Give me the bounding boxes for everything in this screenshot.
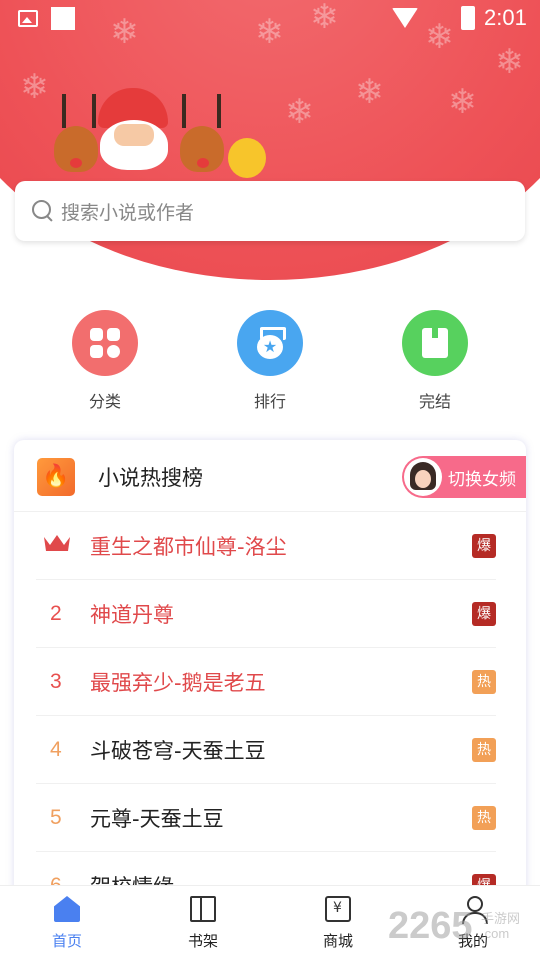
tab-label: 商城 <box>322 932 353 950</box>
watermark-text: 手游网 .com <box>481 911 520 941</box>
tab-label: 书架 <box>187 932 218 950</box>
hot-list-item[interactable]: 3 最强弃少-鹅是老五 热 <box>36 648 496 716</box>
reindeer-nose <box>197 158 209 168</box>
chick <box>228 138 266 178</box>
antler <box>62 94 66 128</box>
grid-icon <box>90 328 120 358</box>
hot-list-item[interactable]: 2 神道丹尊 爆 <box>36 580 496 648</box>
status-time: 2:01 <box>484 5 527 30</box>
hot-badge: 热 <box>472 805 496 830</box>
antler <box>182 94 186 128</box>
category-finished[interactable]: 完结 <box>385 310 485 412</box>
tab-label: 首页 <box>51 932 82 950</box>
rank-number: 4 <box>50 737 62 761</box>
novel-title: 神道丹尊 <box>90 602 174 627</box>
watermark-line1: 手游网 <box>481 911 521 926</box>
square-icon <box>51 7 75 30</box>
rank-number: 5 <box>50 805 62 829</box>
snowflake-icon: ❄ <box>495 42 524 82</box>
search-bar[interactable]: 搜索小说或作者 <box>15 181 525 241</box>
tab-store[interactable]: 商城 <box>298 896 378 951</box>
medal-icon <box>255 327 286 359</box>
book-icon <box>422 328 448 358</box>
home-icon <box>54 896 80 922</box>
hot-badge: 爆 <box>472 601 496 626</box>
hot-list-item[interactable]: 重生之都市仙尊-洛尘 爆 <box>36 512 496 580</box>
card-header: 🔥 小说热搜榜 切换女频 <box>14 440 526 512</box>
shopping-bag-icon <box>325 896 351 922</box>
category-shortcuts: 分类 排行 完结 <box>0 310 540 420</box>
category-label: 分类 <box>88 392 121 411</box>
hot-badge: 爆 <box>472 533 496 558</box>
category-label: 完结 <box>418 392 451 411</box>
category-label: 排行 <box>253 392 286 411</box>
switch-female-button[interactable]: 切换女频 <box>402 456 526 498</box>
switch-label: 切换女频 <box>448 469 516 490</box>
crown-icon <box>36 533 90 559</box>
card-title: 小说热搜榜 <box>98 466 203 490</box>
novel-title: 重生之都市仙尊-洛尘 <box>90 534 287 559</box>
header-banner: ❄ ❄ ❄ ❄ ❄ ❄ ❄ ❄ ❄ 2:01 搜索小说或作者 <box>0 0 540 290</box>
image-icon <box>18 10 38 27</box>
novel-title: 最强弃少-鹅是老五 <box>90 670 266 695</box>
category-icon-bg <box>72 310 138 376</box>
novel-title: 斗破苍穹-天蚕土豆 <box>90 738 266 763</box>
antler <box>217 94 221 128</box>
hot-search-card: 🔥 小说热搜榜 切换女频 重生之都市仙尊-洛尘 爆 2 神道丹尊 爆 3 最强弃… <box>14 440 526 960</box>
santa-face <box>114 124 154 146</box>
category-icon-bg <box>402 310 468 376</box>
category-ranking[interactable]: 排行 <box>220 310 320 412</box>
novel-title: 元尊-天蚕土豆 <box>90 806 224 831</box>
rank-number: 2 <box>50 601 62 625</box>
antler <box>92 94 96 128</box>
hot-list-item[interactable]: 5 元尊-天蚕土豆 热 <box>36 784 496 852</box>
search-icon <box>31 199 55 223</box>
snowflake-icon: ❄ <box>448 82 477 122</box>
category-classify[interactable]: 分类 <box>55 310 155 412</box>
christmas-illustration <box>42 78 312 188</box>
watermark-line2: .com <box>481 926 510 941</box>
category-icon-bg <box>237 310 303 376</box>
fire-icon: 🔥 <box>37 458 75 496</box>
reindeer-nose <box>70 158 82 168</box>
search-placeholder: 搜索小说或作者 <box>61 201 195 224</box>
battery-icon <box>461 6 475 30</box>
watermark: 2265 手游网 .com <box>388 905 520 948</box>
snowflake-icon: ❄ <box>355 72 384 112</box>
bookshelf-icon <box>190 896 216 922</box>
wifi-icon <box>392 8 418 28</box>
hot-list-item[interactable]: 4 斗破苍穹-天蚕土豆 热 <box>36 716 496 784</box>
tab-bookshelf[interactable]: 书架 <box>163 896 243 951</box>
tab-home[interactable]: 首页 <box>27 896 107 951</box>
rank-number: 3 <box>50 669 62 693</box>
status-bar: 2:01 <box>0 0 540 40</box>
girl-avatar-icon <box>404 458 442 496</box>
hot-badge: 热 <box>472 669 496 694</box>
hot-badge: 热 <box>472 737 496 762</box>
watermark-number: 2265 <box>388 905 473 947</box>
